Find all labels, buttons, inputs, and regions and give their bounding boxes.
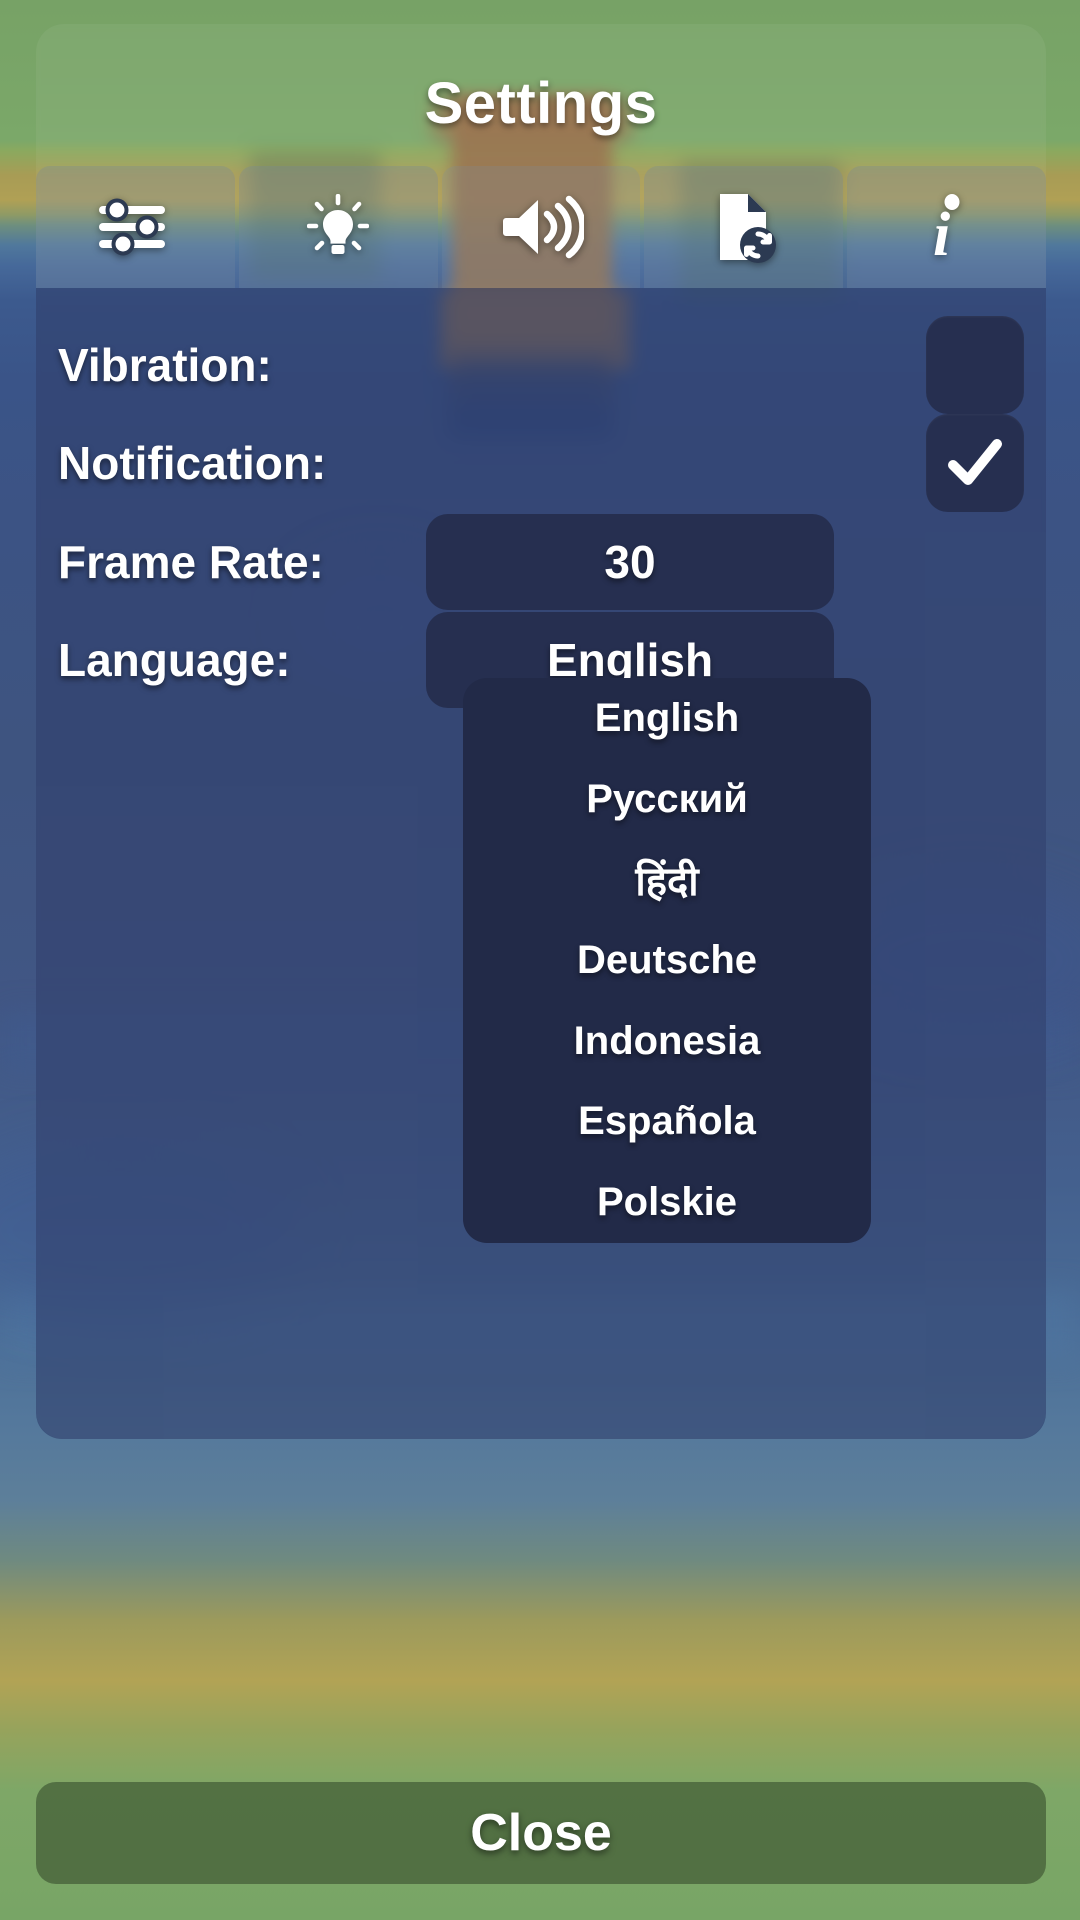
tab-general[interactable]	[36, 166, 235, 288]
notification-checkbox[interactable]	[926, 414, 1024, 512]
speaker-icon	[498, 194, 584, 260]
language-option[interactable]: हिंदी	[463, 839, 871, 920]
settings-panel: Settings i Vibration: Notification: Fram…	[36, 24, 1046, 1439]
vibration-checkbox[interactable]	[926, 316, 1024, 414]
sliders-icon	[99, 198, 171, 256]
language-option[interactable]: Polskie	[463, 1162, 871, 1243]
svg-text:i: i	[933, 201, 950, 263]
language-option[interactable]: English	[463, 678, 871, 759]
tab-graphics[interactable]	[238, 166, 438, 288]
close-button[interactable]: Close	[36, 1782, 1046, 1884]
language-option[interactable]: Indonesia	[463, 1001, 871, 1082]
settings-screen: Settings i Vibration: Notification: Fram…	[0, 0, 1080, 1920]
language-label: Language:	[58, 634, 291, 686]
file-sync-icon	[712, 190, 776, 264]
page-title: Settings	[424, 71, 658, 136]
tab-sound[interactable]	[441, 166, 641, 288]
row-notification: Notification:	[36, 414, 1046, 512]
language-option[interactable]: Española	[463, 1081, 871, 1162]
settings-tab-bar: i	[36, 166, 1046, 288]
language-dropdown-list[interactable]: English Русский हिंदी Deutsche Indonesia…	[463, 678, 871, 1243]
notification-label: Notification:	[58, 437, 327, 489]
frame-rate-value[interactable]: 30	[426, 514, 834, 610]
language-option[interactable]: Русский	[463, 759, 871, 840]
row-vibration: Vibration:	[36, 316, 1046, 414]
tab-data[interactable]	[644, 166, 844, 288]
vibration-label: Vibration:	[58, 339, 272, 391]
tab-about[interactable]: i	[847, 166, 1046, 288]
lightbulb-icon	[307, 194, 370, 260]
info-icon: i	[925, 191, 969, 263]
language-option[interactable]: Deutsche	[463, 920, 871, 1001]
check-icon	[948, 439, 1002, 485]
row-frame-rate: Frame Rate: 30	[36, 514, 1046, 610]
frame-rate-label: Frame Rate:	[58, 536, 324, 588]
